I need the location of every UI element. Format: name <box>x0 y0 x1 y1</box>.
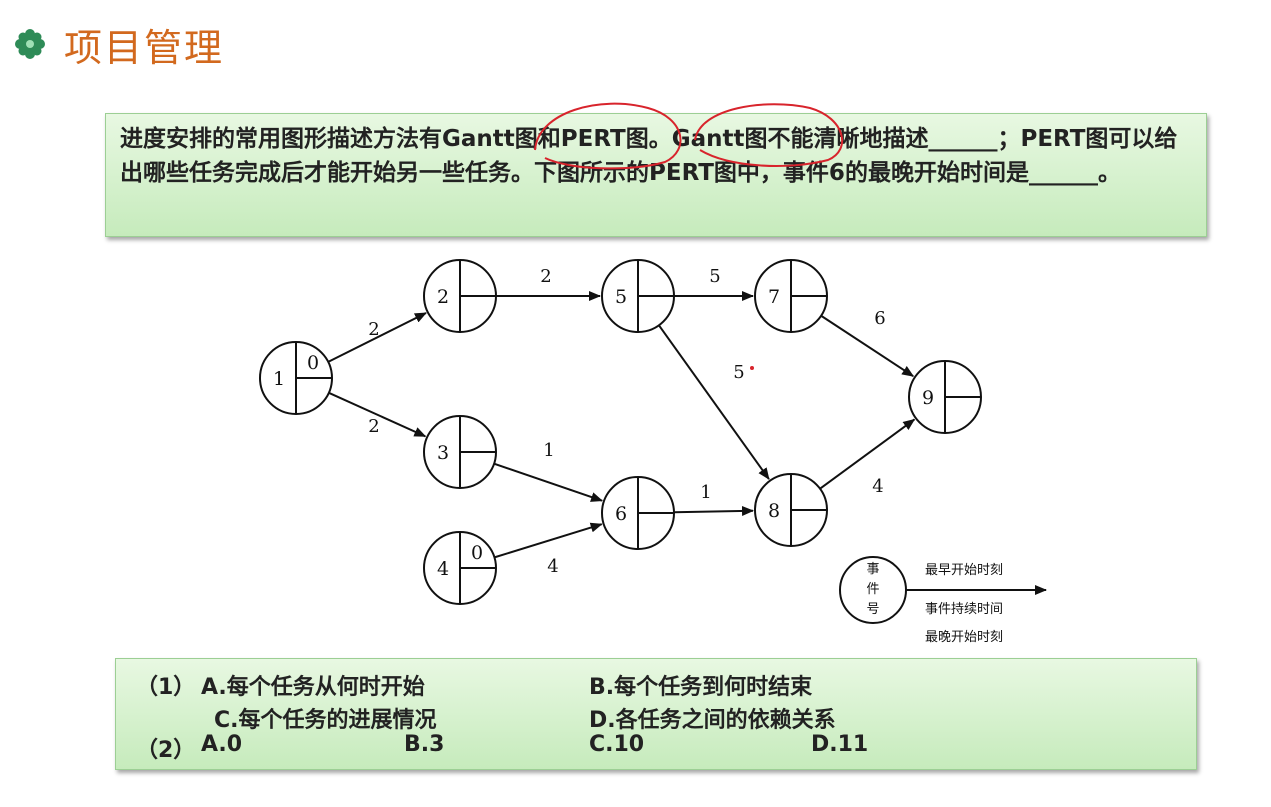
node-5: 5 <box>601 259 675 333</box>
node-earliest-time: 0 <box>471 542 483 564</box>
edge-label-5-8: 5 <box>733 362 744 383</box>
q2-option-c: C.10 <box>589 732 645 757</box>
node-id: 3 <box>437 442 449 464</box>
edge-label-6-8: 1 <box>700 482 711 503</box>
annotation-circle-pert <box>694 103 844 167</box>
q2-prefix: （2） <box>136 738 196 763</box>
options-box: （1） A.每个任务从何时开始 B.每个任务到何时结束 C.每个任务的进展情况 … <box>115 658 1197 770</box>
node-id: 6 <box>615 503 627 525</box>
node-id: 1 <box>273 368 285 390</box>
node-6: 6 <box>601 476 675 550</box>
node-id: 7 <box>768 286 780 308</box>
edge-5-8 <box>658 324 770 480</box>
legend: 事 件 号 最早开始时刻 事件持续时间 最晚开始时刻 <box>839 556 1047 645</box>
node-4: 40 <box>423 531 497 605</box>
node-9: 9 <box>908 360 982 434</box>
annotation-circle-gantt <box>534 102 682 170</box>
annotation-dot <box>750 366 754 370</box>
q2-option-d: D.11 <box>811 732 869 757</box>
edge-8-9 <box>819 418 916 490</box>
node-1: 10 <box>259 341 333 415</box>
node-7: 7 <box>754 259 828 333</box>
node-id: 5 <box>615 286 627 308</box>
edge-label-1-2: 2 <box>368 319 379 340</box>
node-2: 2 <box>423 259 497 333</box>
legend-event-char-1: 事 <box>866 562 879 577</box>
node-id: 9 <box>922 387 934 409</box>
edge-label-1-3: 2 <box>368 416 379 437</box>
q2-option-a: A.0 <box>201 732 243 757</box>
edge-label-8-9: 4 <box>872 476 883 497</box>
q1-option-a: A.每个任务从何时开始 <box>201 675 425 700</box>
legend-duration: 事件持续时间 <box>925 602 1003 617</box>
edge-6-8 <box>673 505 755 516</box>
edge-4-6 <box>494 522 603 559</box>
legend-earliest: 最早开始时刻 <box>925 563 1003 578</box>
q2-option-b: B.3 <box>404 732 445 757</box>
edge-label-2-5: 2 <box>540 266 551 287</box>
q1-prefix: （1） <box>136 675 196 700</box>
legend-latest: 最晚开始时刻 <box>925 630 1003 645</box>
edge-label-3-6: 1 <box>543 440 554 461</box>
edge-label-7-9: 6 <box>874 308 885 329</box>
node-id: 2 <box>437 286 449 308</box>
q1-option-d: D.各任务之间的依赖关系 <box>589 708 836 733</box>
edge-3-6 <box>493 462 603 502</box>
edge-7-9 <box>820 314 915 377</box>
node-8: 8 <box>754 473 828 547</box>
annotation-circles <box>534 102 844 170</box>
node-id: 4 <box>437 558 449 580</box>
node-id: 8 <box>768 500 780 522</box>
legend-event-char-3: 号 <box>866 602 879 617</box>
node-earliest-time: 0 <box>307 352 319 374</box>
edge-label-4-6: 4 <box>547 556 558 577</box>
node-3: 3 <box>423 415 497 489</box>
edge-label-5-7: 5 <box>709 266 720 287</box>
q1-option-c: C.每个任务的进展情况 <box>214 708 437 733</box>
q1-option-b: B.每个任务到何时结束 <box>589 675 813 700</box>
legend-event-char-2: 件 <box>866 582 879 597</box>
